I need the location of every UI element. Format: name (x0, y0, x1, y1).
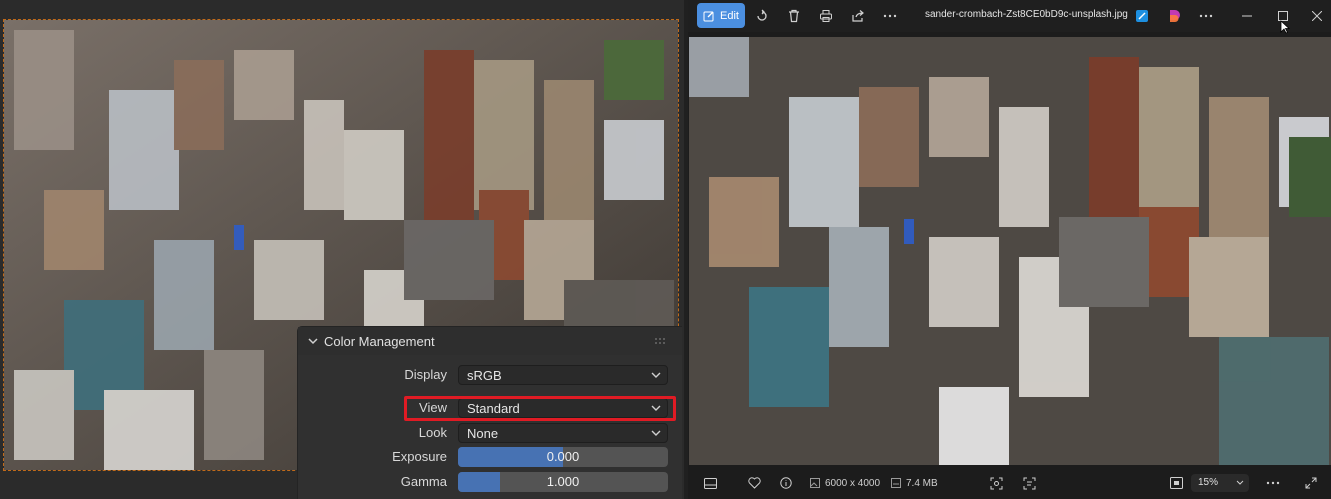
display-value: sRGB (467, 368, 502, 383)
fit-window-icon (1170, 477, 1183, 489)
edit-icon (703, 11, 714, 21)
exposure-row: Exposure 0.000 (298, 447, 682, 467)
print-icon (820, 10, 832, 22)
display-dropdown[interactable]: sRGB (458, 365, 668, 385)
edit-button[interactable]: Edit (697, 3, 745, 28)
filmstrip-icon (704, 477, 717, 489)
info-button[interactable] (780, 476, 792, 490)
more-options-status-button[interactable] (1266, 476, 1280, 490)
file-size-info: 7.4 MB (891, 476, 938, 490)
chevron-down-icon (651, 430, 661, 436)
chevron-down-icon (651, 372, 661, 378)
exposure-label: Exposure (392, 449, 447, 464)
file-name-title: sander-crombach-Zst8CE0bD9c-unsplash.jpg (925, 9, 1128, 20)
print-button[interactable] (814, 4, 838, 28)
designer-icon (1170, 10, 1180, 22)
view-highlight-box (404, 396, 676, 421)
fullscreen-button[interactable] (1305, 476, 1317, 490)
delete-icon (789, 9, 799, 23)
exposure-slider[interactable]: 0.000 (458, 447, 668, 467)
copilot-icon (1136, 10, 1148, 22)
minimize-icon (1242, 15, 1252, 17)
face-scan-icon (990, 477, 1003, 489)
panel-header[interactable]: Color Management (298, 327, 682, 355)
drag-grip-icon[interactable] (654, 336, 668, 346)
photo-viewer[interactable] (689, 37, 1331, 465)
gamma-row: Gamma 1.000 (298, 472, 682, 492)
gamma-slider[interactable]: 1.000 (458, 472, 668, 492)
zoom-dropdown[interactable]: 15% (1191, 474, 1249, 492)
expand-icon (1305, 477, 1317, 489)
mouse-cursor-icon (1280, 20, 1290, 34)
look-label: Look (418, 425, 447, 440)
more-icon (883, 14, 897, 18)
share-icon (852, 10, 864, 22)
look-value: None (467, 426, 499, 441)
storage-icon (891, 478, 901, 488)
display-row: Display sRGB (298, 365, 682, 385)
close-icon (1312, 11, 1322, 21)
close-button[interactable] (1305, 4, 1329, 28)
rotate-button[interactable] (750, 4, 774, 28)
filmstrip-button[interactable] (704, 476, 717, 490)
text-scan-button[interactable] (1023, 476, 1036, 490)
dimensions-info: 6000 x 4000 (810, 476, 880, 490)
chevron-down-icon[interactable] (308, 336, 318, 346)
panel-title: Color Management (324, 333, 435, 349)
photos-toolbar: Edit sander-crombach-Zst8CE0bD9c-unsplas… (688, 0, 1331, 32)
display-label: Display (404, 367, 447, 382)
more-options-button[interactable] (878, 4, 902, 28)
more-icon (1266, 481, 1280, 485)
text-scan-icon (1023, 477, 1036, 489)
look-row: Look None (298, 423, 682, 443)
screen: Color Management Display sRGB View Stand… (0, 0, 1331, 499)
photos-app-window: Edit sander-crombach-Zst8CE0bD9c-unsplas… (684, 0, 1331, 499)
more-options-button-2[interactable] (1194, 4, 1218, 28)
color-management-panel: Color Management Display sRGB View Stand… (297, 326, 682, 499)
dimensions-text: 6000 x 4000 (825, 477, 881, 489)
more-icon (1199, 14, 1213, 18)
rotate-icon (757, 9, 767, 21)
designer-button[interactable] (1162, 4, 1186, 28)
share-button[interactable] (846, 4, 870, 28)
face-detect-button[interactable] (990, 476, 1003, 490)
file-size-text: 7.4 MB (906, 477, 938, 489)
edit-label: Edit (720, 9, 739, 22)
gamma-value: 1.000 (546, 474, 580, 489)
fit-to-window-button[interactable] (1170, 476, 1183, 490)
info-icon (780, 477, 792, 489)
gamma-label: Gamma (400, 474, 447, 489)
minimize-button[interactable] (1235, 4, 1259, 28)
zoom-value: 15% (1198, 477, 1219, 488)
copilot-button[interactable] (1130, 4, 1154, 28)
heart-icon (748, 477, 761, 489)
exposure-value: 0.000 (546, 449, 580, 464)
image-icon (810, 478, 820, 488)
photos-status-bar: 6000 x 4000 7.4 MB 15% (688, 466, 1331, 499)
look-dropdown[interactable]: None (458, 423, 668, 443)
chevron-down-icon (1236, 480, 1244, 485)
delete-button[interactable] (782, 4, 806, 28)
blender-render-window: Color Management Display sRGB View Stand… (0, 0, 684, 499)
city-photo (689, 37, 1331, 465)
favorite-button[interactable] (748, 476, 761, 490)
